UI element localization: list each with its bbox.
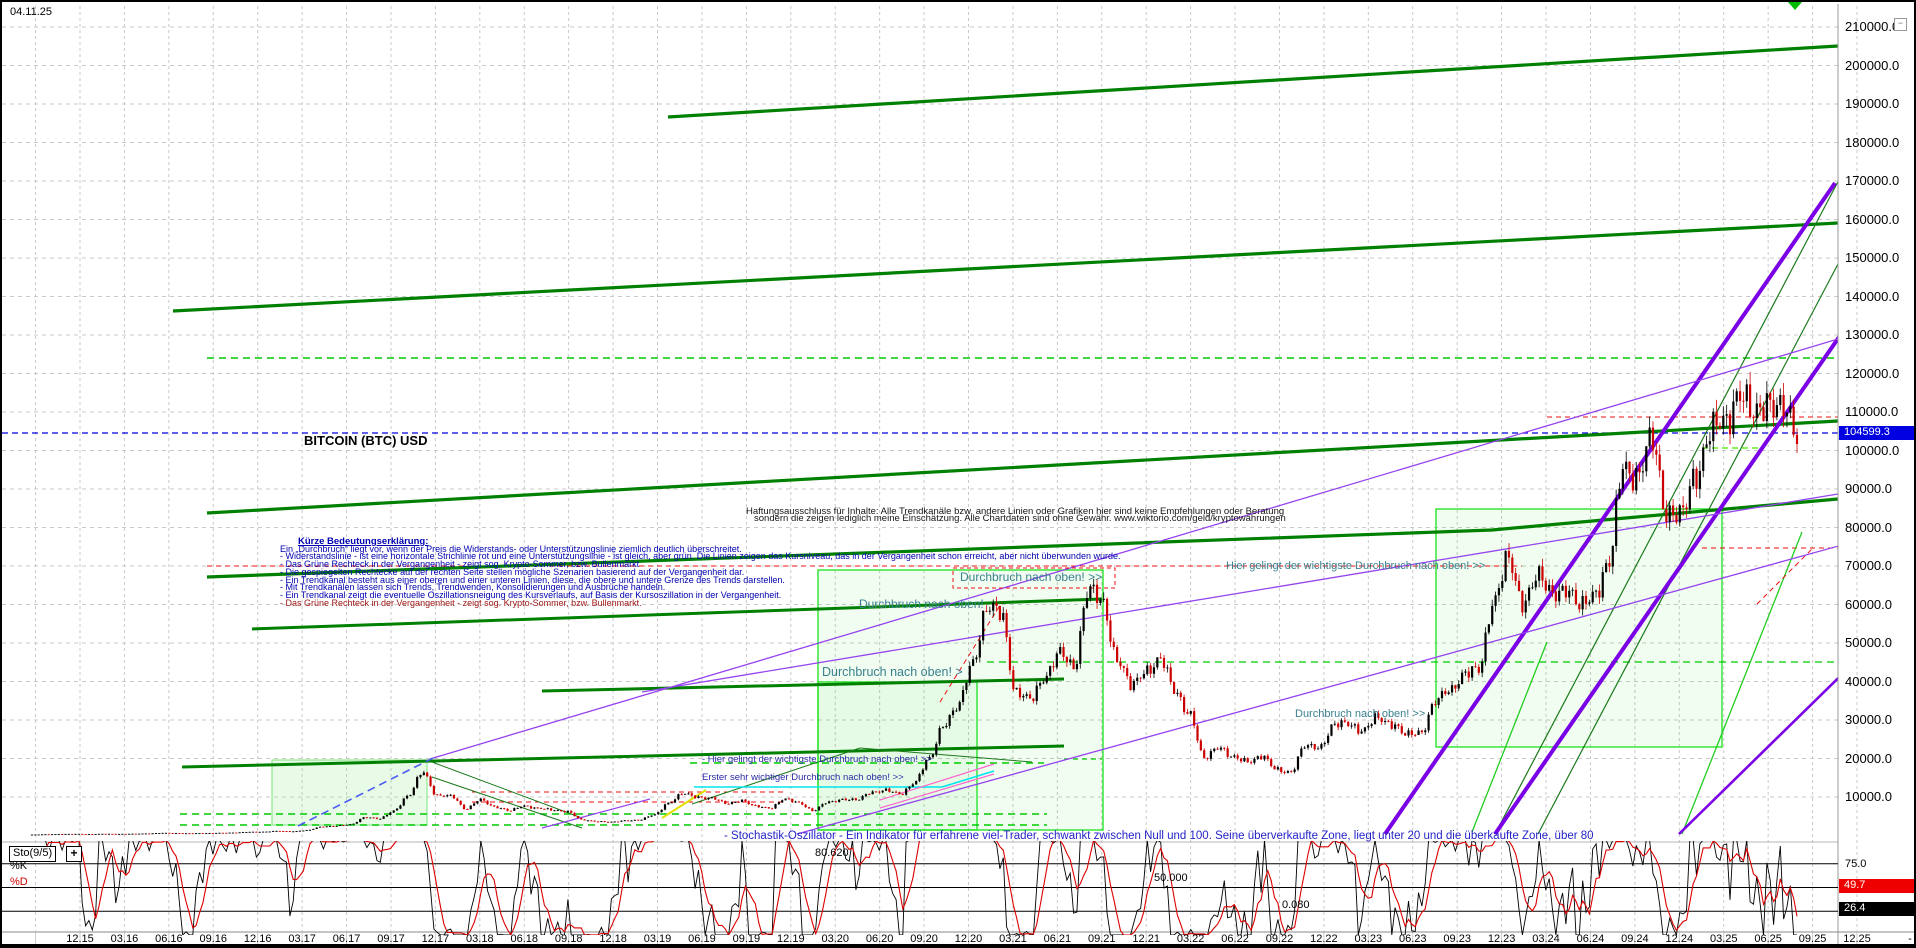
date-label: 04.11.25 [10, 6, 52, 18]
x-axis-label: 06.20 [866, 933, 894, 945]
y-axis-label: 130000.0 [1845, 328, 1899, 342]
annotation-breakout-2017-first: Erster sehr wichtiger Durchbruch nach ob… [702, 773, 904, 783]
x-axis-label: 09.24 [1621, 933, 1649, 945]
x-axis-label: 06.21 [1044, 933, 1072, 945]
symbol-title: BITCOIN (BTC) USD [304, 434, 428, 448]
percent-d-value-tag: 49.7 [1839, 879, 1916, 893]
x-axis-label: 03.18 [466, 933, 494, 945]
x-axis-label: 06.18 [510, 933, 538, 945]
annotation-breakout-2017-main: - Hier gelingt der wichtigste Durchbruch… [702, 755, 932, 765]
percent-k-label: %K [10, 860, 27, 872]
legend-last-line: - Das Grüne Rechteck in der Vergangenhei… [280, 600, 1120, 608]
x-axis-label: 03.25 [1710, 933, 1738, 945]
y-axis-label: 20000.0 [1845, 752, 1892, 766]
x-axis-label: 12.20 [955, 933, 983, 945]
y-axis-label: 190000.0 [1845, 97, 1899, 111]
x-axis-label: 06.19 [688, 933, 716, 945]
y-axis-label: 70000.0 [1845, 559, 1892, 573]
x-axis-label: 09.22 [1266, 933, 1294, 945]
y-axis-label: 60000.0 [1845, 598, 1892, 612]
x-axis-label: - [1908, 933, 1912, 945]
x-axis-label: 12.24 [1666, 933, 1694, 945]
x-axis-label: 06.24 [1577, 933, 1605, 945]
y-axis-label: 120000.0 [1845, 367, 1899, 381]
x-axis-label: 06.22 [1221, 933, 1249, 945]
x-axis-label: 09.25 [1799, 933, 1827, 945]
osc-level-75-label: 75.0 [1845, 858, 1866, 870]
percent-d-label: %D [10, 876, 28, 888]
x-axis-label: 12.19 [777, 933, 805, 945]
x-axis-label: 12.25 [1843, 933, 1871, 945]
x-axis-label: 09.20 [910, 933, 938, 945]
y-axis-label: 210000.0 [1845, 20, 1899, 34]
annotation-stochastic-note: - Stochastik-Oszillator - Ein Indikator … [724, 830, 1594, 843]
y-axis-label: 40000.0 [1845, 675, 1892, 689]
x-axis-label: 12.17 [422, 933, 450, 945]
y-axis-label: 90000.0 [1845, 482, 1892, 496]
x-axis-label: 12.22 [1310, 933, 1338, 945]
percent-k-value-tag: 26.4 [1839, 902, 1916, 916]
x-axis-label: 12.18 [599, 933, 627, 945]
annotation-breakout-2020: Durchbruch nach oben! > [822, 666, 963, 680]
y-axis-label: 30000.0 [1845, 713, 1892, 727]
annotation-breakout-2024-main: Hier gelingt der wichtigste Durchbruch n… [1226, 560, 1485, 572]
annotation-breakout-2019: Durchbruch nach oben! [859, 598, 984, 611]
x-axis-label: 06.25 [1754, 933, 1782, 945]
x-axis-label: 09.18 [555, 933, 583, 945]
disclaimer-line-2: sondern die zeigen lediglich meine Einsc… [754, 514, 1286, 524]
chart-canvas[interactable] [2, 2, 1916, 948]
x-axis-label: 12.23 [1488, 933, 1516, 945]
x-axis-label: 12.15 [66, 933, 94, 945]
collapse-panel-icon[interactable]: − [1894, 18, 1907, 31]
x-axis-label: 12.16 [244, 933, 272, 945]
x-axis-label: 03.21 [999, 933, 1027, 945]
chart-window: 04.11.25 BITCOIN (BTC) USD Kürze Bedeutu… [0, 0, 1916, 948]
current-price-tag: 104599.3 [1839, 426, 1916, 440]
x-axis-label: 06.23 [1399, 933, 1427, 945]
y-axis-label: 170000.0 [1845, 174, 1899, 188]
y-axis-label: 160000.0 [1845, 213, 1899, 227]
y-axis-label: 150000.0 [1845, 251, 1899, 265]
y-axis-label: 80000.0 [1845, 521, 1892, 535]
annotation-osc-value-80: 80.620 [815, 847, 849, 859]
x-axis-label: 03.20 [821, 933, 849, 945]
annotation-breakout-2023: Durchbruch nach oben! >> [1295, 708, 1425, 720]
x-axis-label: 03.17 [288, 933, 316, 945]
x-axis-label: 09.19 [733, 933, 761, 945]
y-axis-label: 180000.0 [1845, 136, 1899, 150]
x-axis-label: 03.16 [111, 933, 139, 945]
annotation-breakout-2020-boxed: Durchbruch nach oben! >> [960, 571, 1102, 584]
y-axis-label: 110000.0 [1845, 405, 1898, 419]
add-indicator-button[interactable]: + [66, 846, 82, 862]
x-axis-label: 03.23 [1355, 933, 1383, 945]
annotation-osc-value-0: 0.080 [1282, 899, 1310, 911]
x-axis-label: 09.23 [1443, 933, 1471, 945]
y-axis-label: 50000.0 [1845, 636, 1892, 650]
annotation-osc-value-50: 50.000 [1154, 872, 1188, 884]
y-axis-label: 200000.0 [1845, 59, 1899, 73]
x-axis-label: 09.17 [377, 933, 405, 945]
x-axis-label: 09.21 [1088, 933, 1116, 945]
y-axis-label: 10000.0 [1845, 790, 1892, 804]
x-axis-label: 03.19 [644, 933, 672, 945]
x-axis-label: 12.21 [1132, 933, 1160, 945]
y-axis-label: 140000.0 [1845, 290, 1899, 304]
x-axis-label: 09.16 [200, 933, 228, 945]
x-axis-label: 03.22 [1177, 933, 1205, 945]
x-axis-label: 06.16 [155, 933, 183, 945]
y-axis-label: 100000.0 [1845, 444, 1899, 458]
x-axis-label: 03.24 [1532, 933, 1560, 945]
x-axis-label: 06.17 [333, 933, 361, 945]
